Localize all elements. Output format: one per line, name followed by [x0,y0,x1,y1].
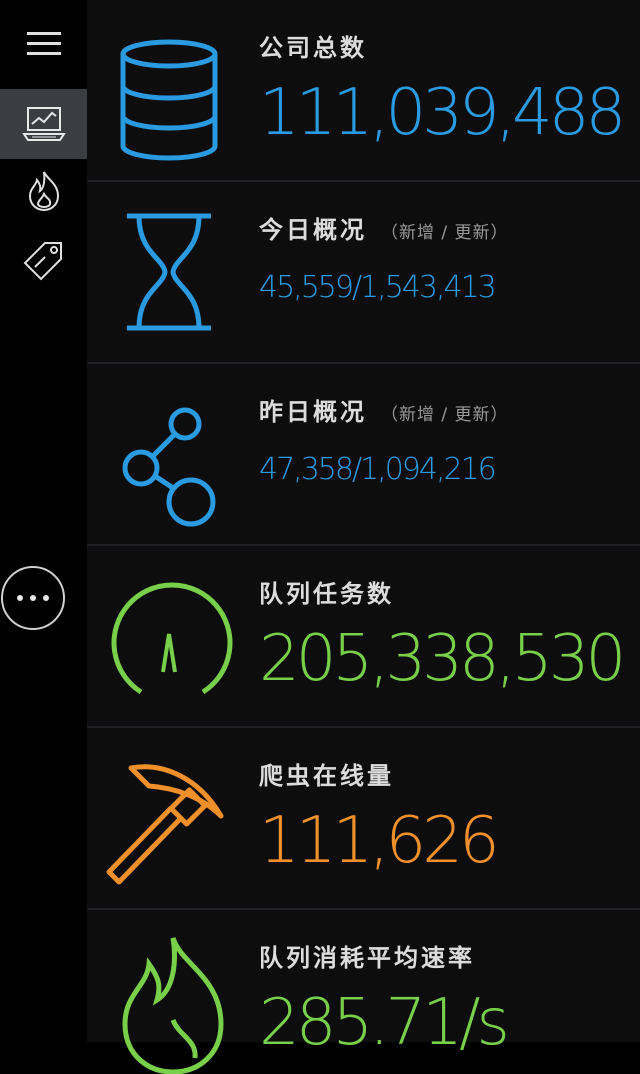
label-sub: （新增 / 更新） [381,405,509,425]
more-dots-icon [17,595,49,601]
card-label: 队列消耗平均速率 [259,944,475,972]
queue-tasks-value: 205,338,530 [259,622,626,696]
stats-panel: 公司总数 111,039,488 今日概况 （新增 / 更新） 45,559/1,… [87,0,640,1074]
card-queue-tasks: 队列任务数 205,338,530 [87,546,640,728]
menu-icon [26,32,61,55]
pickaxe-icon [106,764,224,885]
card-label: 今日概况 （新增 / 更新） [259,210,509,245]
crawlers-online-value: 111,626 [259,804,500,878]
more-button[interactable] [1,566,65,630]
database-icon [120,39,218,161]
card-avg-rate: 队列消耗平均速率 285.71/s [87,910,640,1074]
sidebar [0,0,87,1042]
card-today: 今日概况 （新增 / 更新） 45,559/1,543,413 [87,182,640,364]
card-crawlers-online: 爬虫在线量 111,626 [87,728,640,910]
nav-tags[interactable] [0,232,87,288]
laptop-chart-icon [21,107,66,141]
card-label: 队列任务数 [259,580,394,608]
label-sub: （新增 / 更新） [381,223,509,243]
label-main: 今日概况 [259,216,367,244]
card-label: 爬虫在线量 [259,762,394,790]
speedometer-icon [111,582,233,695]
card-yesterday: 昨日概况 （新增 / 更新） 47,358/1,094,216 [87,364,640,546]
label-main: 昨日概况 [259,398,367,426]
today-value: 45,559/1,543,413 [259,270,497,305]
avg-rate-value: 285.71/s [259,986,510,1060]
flame-icon [122,937,224,1074]
company-total-value: 111,039,488 [259,76,626,150]
yesterday-value: 47,358/1,094,216 [259,452,497,487]
card-label: 公司总数 [259,34,367,62]
flame-icon [28,171,59,212]
tag-icon [23,242,62,281]
share-nodes-icon [122,407,216,527]
card-label: 昨日概况 （新增 / 更新） [259,392,509,427]
nav-dashboard[interactable] [0,89,87,159]
hourglass-icon [127,213,211,331]
menu-button[interactable] [0,18,87,70]
nav-hot[interactable] [0,166,87,216]
card-company-total: 公司总数 111,039,488 [87,0,640,182]
